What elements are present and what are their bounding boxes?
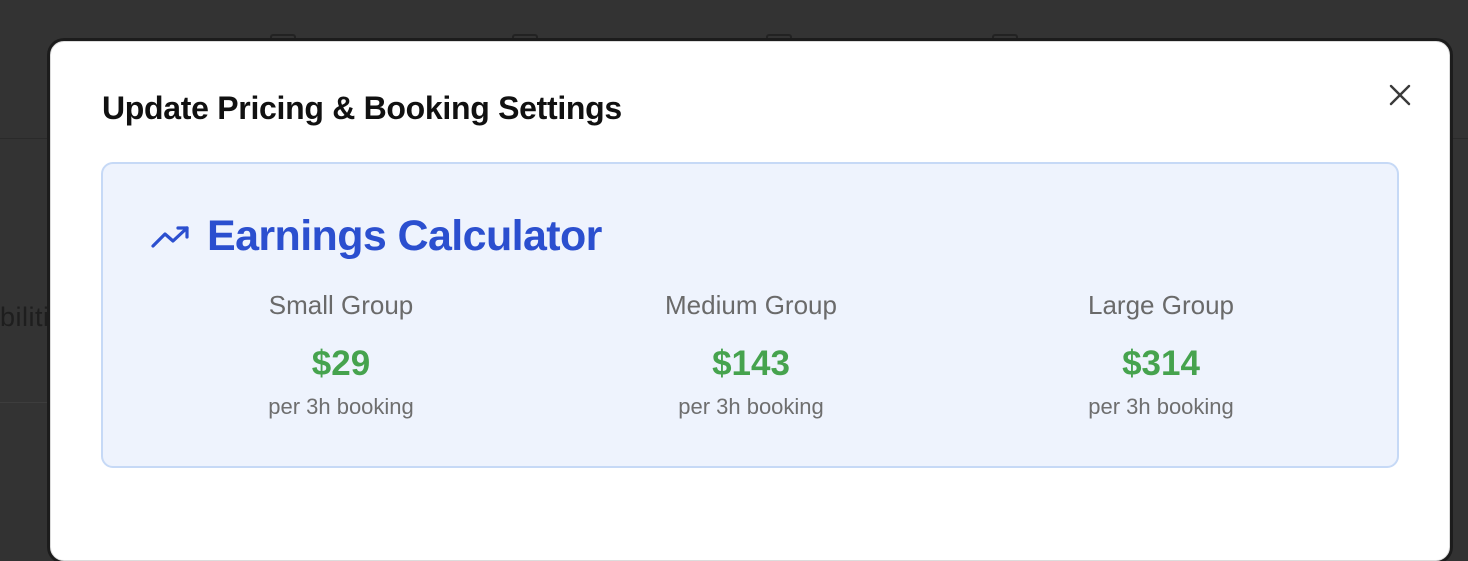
group-price: $314 [1122,344,1200,383]
earnings-calculator-card: Earnings Calculator Small Group $29 per … [101,162,1399,468]
group-estimate-medium: Medium Group $143 per 3h booking [601,288,901,422]
earnings-calculator-title: Earnings Calculator [207,212,602,260]
group-price: $29 [311,344,371,383]
close-icon [1389,84,1411,106]
group-price: $143 [712,344,790,383]
group-estimate-large: Large Group $314 per 3h booking [1011,288,1311,422]
trending-up-icon [151,225,189,248]
group-estimate-small: Small Group $29 per 3h booking [191,288,491,422]
background-text: biliti [0,302,50,332]
modal-title: Update Pricing & Booking Settings [102,90,622,126]
group-price-note: per 3h booking [268,394,414,419]
group-price-note: per 3h booking [678,394,824,419]
group-price-note: per 3h booking [1088,394,1234,419]
group-name: Medium Group [665,290,837,320]
group-name: Large Group [1088,290,1234,320]
pricing-settings-modal: Update Pricing & Booking Settings Earnin… [50,41,1450,561]
group-name: Small Group [268,290,414,320]
earnings-calculator-header: Earnings Calculator [151,212,602,261]
close-button[interactable] [1383,78,1417,112]
